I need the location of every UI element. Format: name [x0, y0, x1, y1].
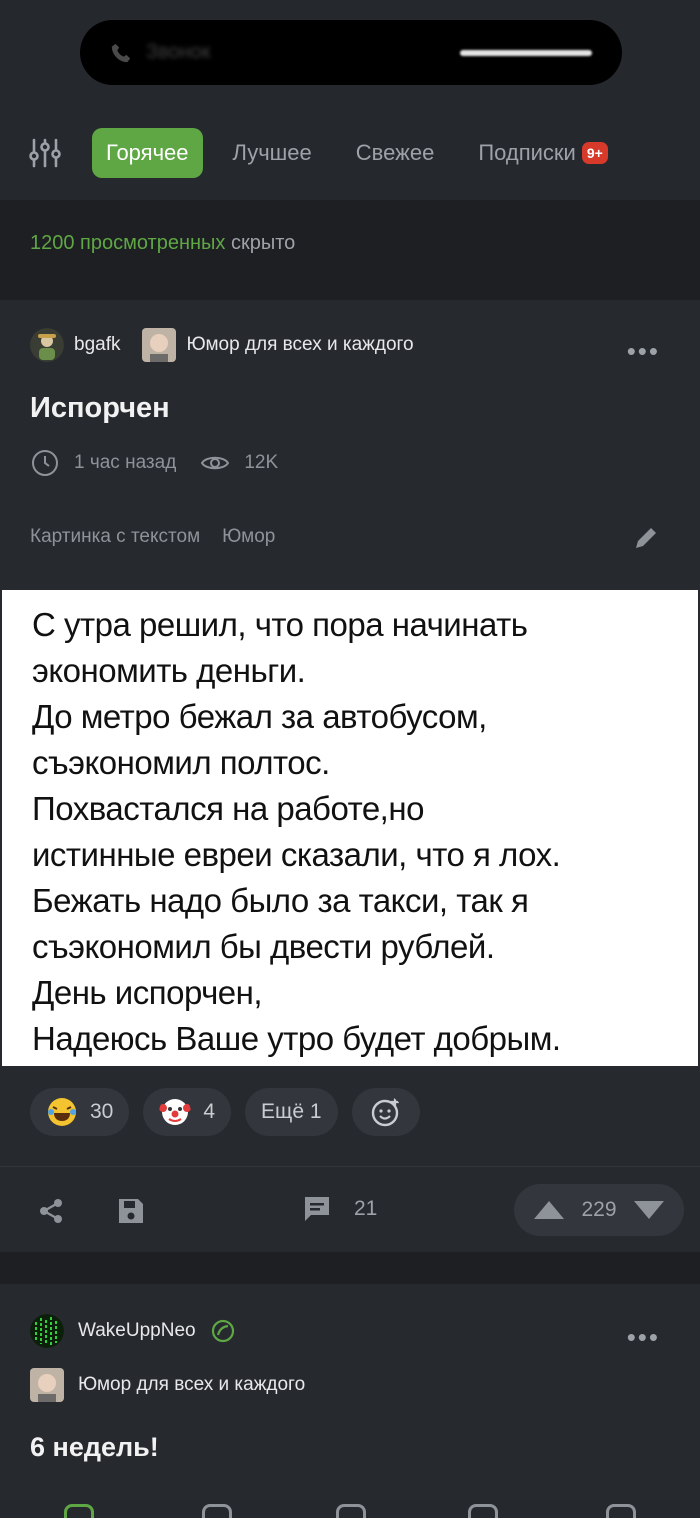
leaf-badge-icon: [211, 1319, 234, 1343]
nav-add-icon[interactable]: [336, 1504, 366, 1518]
post-card: bgafk Юмор для всех и каждого ••• Испорч…: [0, 300, 700, 1252]
divider: [0, 1166, 700, 1167]
upvote-icon[interactable]: [532, 1199, 566, 1221]
post-image[interactable]: С утра решил, что пора начинать экономит…: [2, 590, 698, 1066]
post-card: WakeUppNeo ••• Юмор для всех и каждого 6…: [0, 1284, 700, 1518]
author-avatar[interactable]: [30, 1314, 64, 1348]
call-pill[interactable]: Звонок: [80, 20, 622, 85]
laughing-tears-emoji-icon: [48, 1098, 76, 1126]
more-reactions-label: Ещё 1: [261, 1100, 322, 1123]
comment-icon: [305, 1197, 329, 1221]
status-bar: Звонок: [0, 0, 700, 105]
image-text-line: С утра решил, что пора начинать: [32, 606, 528, 643]
add-emoji-icon: [371, 1098, 399, 1127]
tag[interactable]: Картинка с текстом: [30, 526, 200, 548]
tag[interactable]: Юмор: [222, 526, 275, 548]
image-text-line: истинные евреи сказали, что я лох.: [32, 836, 561, 873]
community-avatar[interactable]: [30, 1368, 64, 1402]
reactions-bar: 30 4 Ещё 1: [30, 1088, 420, 1136]
add-reaction-button[interactable]: [351, 1088, 420, 1136]
comments-count: 21: [354, 1197, 378, 1220]
image-text-line: съэкономил полтос.: [32, 744, 330, 781]
community-avatar[interactable]: [142, 328, 177, 362]
image-text-line: экономить деньги.: [32, 652, 306, 689]
bottom-navigation: [0, 1500, 700, 1518]
reaction-count: 30: [90, 1100, 114, 1123]
post-actions: 21 229: [0, 1184, 700, 1236]
post-views: 12K: [244, 452, 279, 473]
eye-icon: [201, 456, 230, 470]
tab-subscriptions[interactable]: Подписки: [478, 140, 576, 166]
post-title[interactable]: Испорчен: [30, 392, 170, 425]
viewed-count[interactable]: 1200 просмотренных: [30, 232, 225, 254]
call-timer-bar: [460, 49, 592, 56]
nav-communities-icon[interactable]: [202, 1504, 232, 1518]
reaction-laughing[interactable]: 30: [30, 1088, 130, 1136]
post-header: WakeUppNeo: [30, 1314, 236, 1348]
image-text-line: съэкономил бы двести рублей.: [32, 928, 495, 965]
rating-count: 229: [581, 1198, 617, 1221]
nav-profile-icon[interactable]: [606, 1504, 636, 1518]
nav-feed-icon[interactable]: [64, 1504, 94, 1518]
save-icon[interactable]: [116, 1196, 146, 1226]
filter-icon[interactable]: [28, 136, 62, 170]
subscriptions-badge: 9+: [581, 141, 608, 164]
image-text-line: День испорчен,: [32, 974, 263, 1011]
author-name[interactable]: bgafk: [74, 334, 120, 356]
community-row[interactable]: Юмор для всех и каждого: [30, 1368, 305, 1402]
feed-tabs: Горячее Лучшее Свежее Подписки 9+: [0, 105, 700, 200]
post-meta: 1 час назад 12K: [30, 448, 278, 478]
community-name[interactable]: Юмор для всех и каждого: [78, 1374, 305, 1396]
tab-best[interactable]: Лучшее: [233, 140, 312, 166]
tab-hot[interactable]: Горячее: [92, 127, 203, 178]
author-avatar[interactable]: [30, 328, 64, 362]
image-text-line: До метро бежал за автобусом,: [32, 698, 487, 735]
vote-widget: 229: [514, 1184, 684, 1236]
more-options-icon[interactable]: •••: [627, 1322, 660, 1353]
clown-emoji-icon: [159, 1099, 192, 1125]
image-text-line: Похвастался на работе,но: [32, 790, 424, 827]
viewed-hidden-notice[interactable]: 1200 просмотренных скрыто: [30, 232, 295, 255]
reaction-clown[interactable]: 4: [143, 1088, 232, 1136]
reaction-count: 4: [203, 1100, 216, 1123]
clock-icon: [32, 450, 58, 476]
comments-button[interactable]: 21: [302, 1194, 377, 1224]
viewed-hidden-label: скрыто: [225, 232, 296, 254]
nav-notifications-icon[interactable]: [468, 1504, 498, 1518]
image-text-line: Бежать надо было за такси, так я: [32, 882, 529, 919]
author-name[interactable]: WakeUppNeo: [78, 1320, 196, 1342]
share-icon[interactable]: [36, 1196, 66, 1226]
post-tags: Картинка с текстом Юмор: [30, 526, 275, 548]
image-text-line: Надеюсь Ваше утро будет добрым.: [32, 1020, 561, 1057]
call-label: Звонок: [146, 41, 211, 63]
downvote-icon[interactable]: [632, 1199, 666, 1221]
phone-icon: [111, 43, 131, 62]
tab-fresh[interactable]: Свежее: [356, 140, 435, 166]
more-options-icon[interactable]: •••: [627, 336, 660, 367]
more-reactions-button[interactable]: Ещё 1: [245, 1088, 338, 1136]
post-header: bgafk Юмор для всех и каждого: [30, 328, 414, 362]
pencil-icon[interactable]: [632, 524, 660, 552]
post-time: 1 час назад: [74, 452, 177, 473]
post-title[interactable]: 6 недель!: [30, 1432, 159, 1463]
community-name[interactable]: Юмор для всех и каждого: [186, 334, 413, 356]
